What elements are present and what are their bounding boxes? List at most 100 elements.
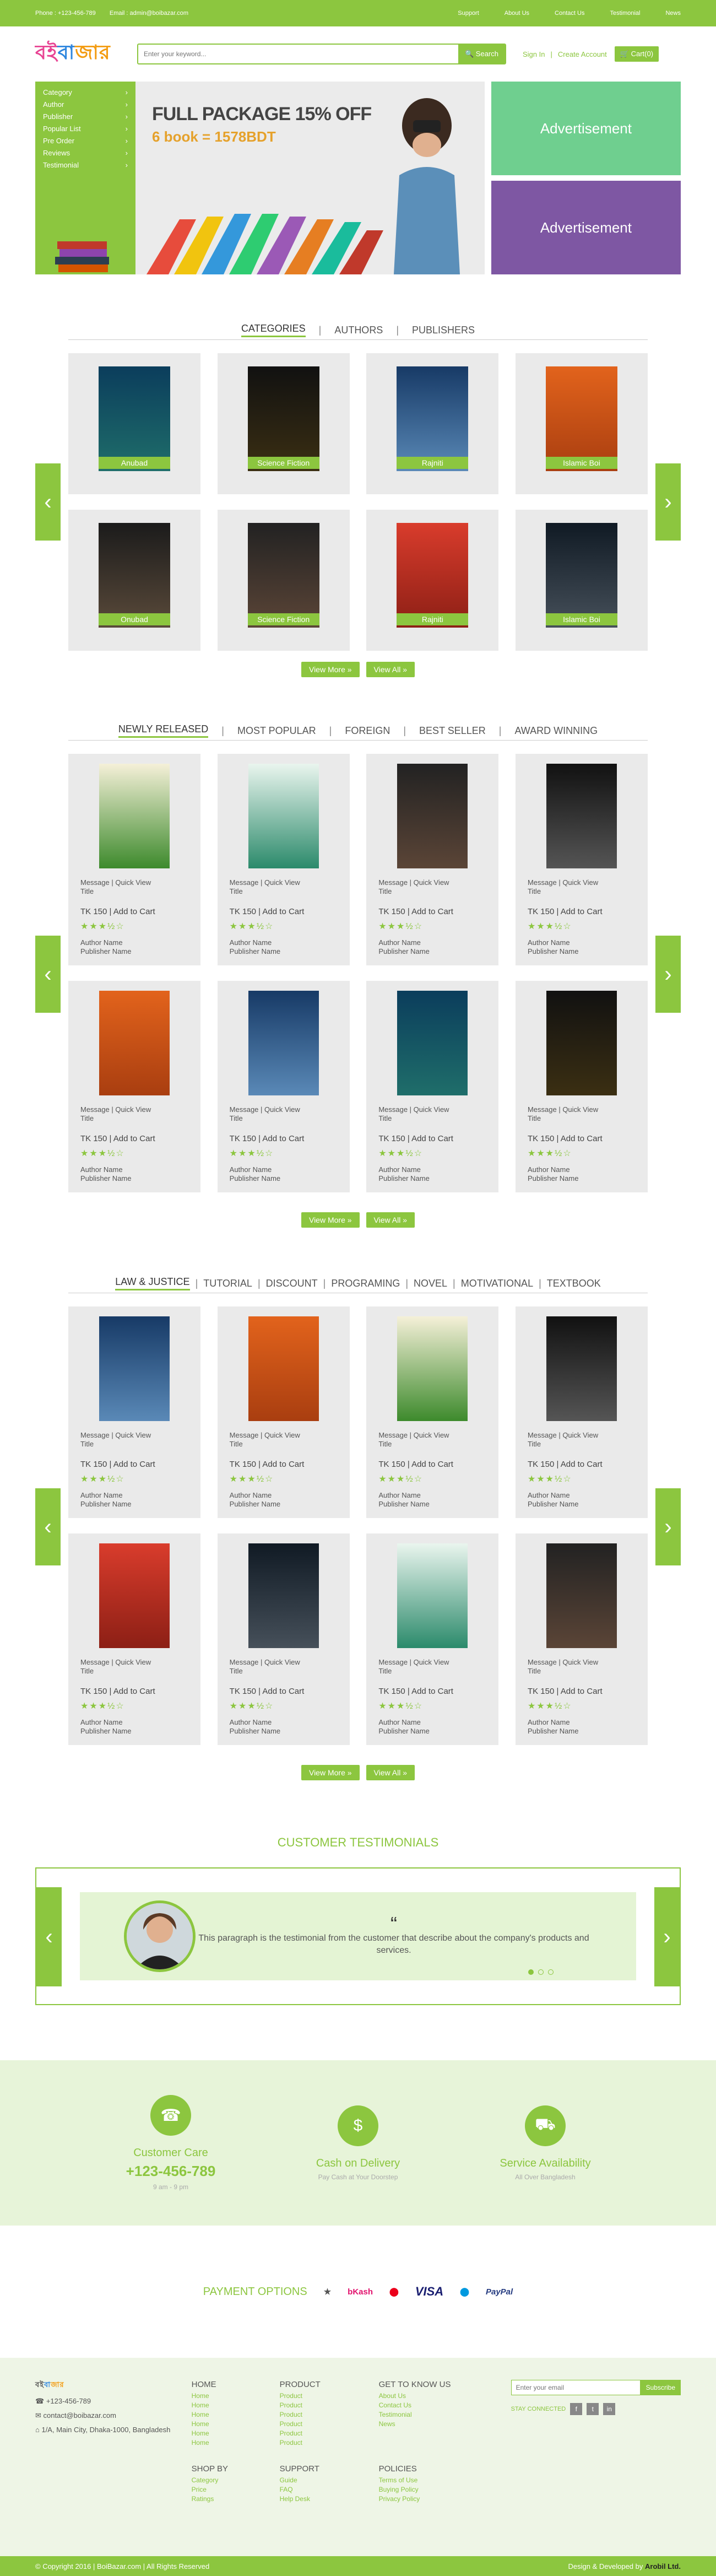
book-cover[interactable] <box>248 991 319 1095</box>
top-link-support[interactable]: Support <box>458 10 479 17</box>
top-link-contact[interactable]: Contact Us <box>555 10 584 17</box>
menu-item-publisher[interactable]: Publisher › <box>43 112 128 125</box>
product-price[interactable]: TK 150 | Add to Cart <box>230 1687 338 1696</box>
footer-link[interactable]: News <box>379 2420 467 2429</box>
footer-link[interactable]: Privacy Policy <box>379 2494 467 2504</box>
book-cover[interactable] <box>397 764 468 868</box>
tab-textbook[interactable]: TEXTBOOK <box>547 1278 601 1289</box>
product-actions[interactable]: Message | Quick View <box>528 878 636 887</box>
carousel-next-arrow[interactable]: › <box>655 1488 681 1565</box>
tab-newly-released[interactable]: NEWLY RELEASED <box>118 723 209 738</box>
tab-foreign[interactable]: FOREIGN <box>345 725 390 737</box>
product-price[interactable]: TK 150 | Add to Cart <box>528 1134 636 1143</box>
footer-link[interactable]: Guide <box>280 2476 357 2485</box>
developer-link[interactable]: Arobil Ltd. <box>645 2562 681 2570</box>
advertisement-2[interactable]: Advertisement <box>491 181 681 274</box>
search-button[interactable]: 🔍 Search <box>458 45 505 63</box>
book-cover[interactable] <box>397 991 468 1095</box>
product-actions[interactable]: Message | Quick View <box>378 878 486 887</box>
footer-link[interactable]: Buying Policy <box>379 2485 467 2494</box>
product-price[interactable]: TK 150 | Add to Cart <box>230 907 338 916</box>
carousel-prev-arrow[interactable]: ‹ <box>35 936 61 1013</box>
menu-item-testimonial[interactable]: Testimonial › <box>43 161 128 173</box>
tab-award-winning[interactable]: AWARD WINNING <box>514 725 598 737</box>
view-all-button[interactable]: View All » <box>366 1212 415 1228</box>
carousel-next-arrow[interactable]: › <box>655 463 681 541</box>
book-cover[interactable] <box>248 764 319 868</box>
testimonial-prev-arrow[interactable]: ‹ <box>36 1887 62 1986</box>
footer-link[interactable]: Testimonial <box>379 2410 467 2420</box>
tab-discount[interactable]: DISCOUNT <box>266 1278 318 1289</box>
dot[interactable] <box>538 1969 544 1975</box>
top-link-news[interactable]: News <box>665 10 681 17</box>
newsletter-email-input[interactable] <box>511 2380 641 2395</box>
search-input[interactable] <box>138 45 458 63</box>
footer-link[interactable]: Home <box>192 2438 258 2448</box>
product-card[interactable]: Message | Quick View Title TK 150 | Add to… <box>515 981 648 1192</box>
category-card[interactable]: Science Fiction <box>217 510 350 651</box>
product-price[interactable]: TK 150 | Add to Cart <box>80 1687 188 1696</box>
product-card[interactable]: Message | Quick View Title TK 150 | Add to… <box>68 754 200 965</box>
footer-link[interactable]: Product <box>280 2438 357 2448</box>
carousel-next-arrow[interactable]: › <box>655 936 681 1013</box>
product-actions[interactable]: Message | Quick View <box>528 1105 636 1114</box>
product-actions[interactable]: Message | Quick View <box>80 1658 188 1667</box>
sign-in-link[interactable]: Sign In <box>523 50 545 58</box>
category-card[interactable]: Anubad <box>68 353 200 494</box>
product-actions[interactable]: Message | Quick View <box>528 1431 636 1440</box>
menu-item-category[interactable]: Category › <box>43 88 128 100</box>
product-price[interactable]: TK 150 | Add to Cart <box>378 1687 486 1696</box>
product-actions[interactable]: Message | Quick View <box>230 1658 338 1667</box>
product-card[interactable]: Message | Quick View Title TK 150 | Add to… <box>217 1306 350 1518</box>
facebook-icon[interactable]: f <box>570 2403 583 2415</box>
product-actions[interactable]: Message | Quick View <box>230 1105 338 1114</box>
book-cover[interactable] <box>397 1543 468 1648</box>
product-price[interactable]: TK 150 | Add to Cart <box>378 1460 486 1469</box>
dot[interactable] <box>548 1969 554 1975</box>
footer-link[interactable]: Terms of Use <box>379 2476 467 2485</box>
footer-link[interactable]: Contact Us <box>379 2401 467 2410</box>
create-account-link[interactable]: Create Account <box>558 50 607 58</box>
category-card[interactable]: Islamic Boi <box>515 510 648 651</box>
book-cover[interactable] <box>546 1316 617 1421</box>
footer-link[interactable]: Ratings <box>192 2494 258 2504</box>
product-price[interactable]: TK 150 | Add to Cart <box>80 1460 188 1469</box>
product-card[interactable]: Message | Quick View Title TK 150 | Add to… <box>515 1533 648 1745</box>
book-cover[interactable] <box>546 764 617 868</box>
menu-item-preorder[interactable]: Pre Order › <box>43 137 128 149</box>
product-price[interactable]: TK 150 | Add to Cart <box>80 907 188 916</box>
product-card[interactable]: Message | Quick View Title TK 150 | Add to… <box>68 1533 200 1745</box>
book-cover[interactable] <box>99 1543 170 1648</box>
footer-link[interactable]: Product <box>280 2420 357 2429</box>
footer-link[interactable]: About Us <box>379 2391 467 2401</box>
book-cover[interactable] <box>248 1316 319 1421</box>
book-cover[interactable] <box>248 1543 319 1648</box>
footer-link[interactable]: Category <box>192 2476 258 2485</box>
product-price[interactable]: TK 150 | Add to Cart <box>528 1460 636 1469</box>
carousel-prev-arrow[interactable]: ‹ <box>35 463 61 541</box>
category-card[interactable]: Rajniti <box>366 510 499 651</box>
menu-item-popular[interactable]: Popular List › <box>43 125 128 137</box>
footer-link[interactable]: Home <box>192 2391 258 2401</box>
footer-link[interactable]: Home <box>192 2429 258 2438</box>
view-more-button[interactable]: View More » <box>301 1765 360 1780</box>
view-more-button[interactable]: View More » <box>301 662 360 677</box>
tab-publishers[interactable]: PUBLISHERS <box>412 325 475 336</box>
category-card[interactable]: Science Fiction <box>217 353 350 494</box>
product-actions[interactable]: Message | Quick View <box>230 878 338 887</box>
view-all-button[interactable]: View All » <box>366 1765 415 1780</box>
footer-link[interactable]: FAQ <box>280 2485 357 2494</box>
linkedin-icon[interactable]: in <box>603 2403 616 2415</box>
tab-motivational[interactable]: MOTIVATIONAL <box>461 1278 533 1289</box>
book-cover[interactable] <box>397 1316 468 1421</box>
view-all-button[interactable]: View All » <box>366 662 415 677</box>
product-actions[interactable]: Message | Quick View <box>378 1105 486 1114</box>
product-actions[interactable]: Message | Quick View <box>378 1658 486 1667</box>
book-cover[interactable] <box>546 1543 617 1648</box>
menu-item-author[interactable]: Author › <box>43 100 128 112</box>
footer-link[interactable]: Product <box>280 2391 357 2401</box>
product-card[interactable]: Message | Quick View Title TK 150 | Add to… <box>366 981 499 1192</box>
product-price[interactable]: TK 150 | Add to Cart <box>80 1134 188 1143</box>
tab-novel[interactable]: NOVEL <box>414 1278 447 1289</box>
product-card[interactable]: Message | Quick View Title TK 150 | Add to… <box>366 1533 499 1745</box>
